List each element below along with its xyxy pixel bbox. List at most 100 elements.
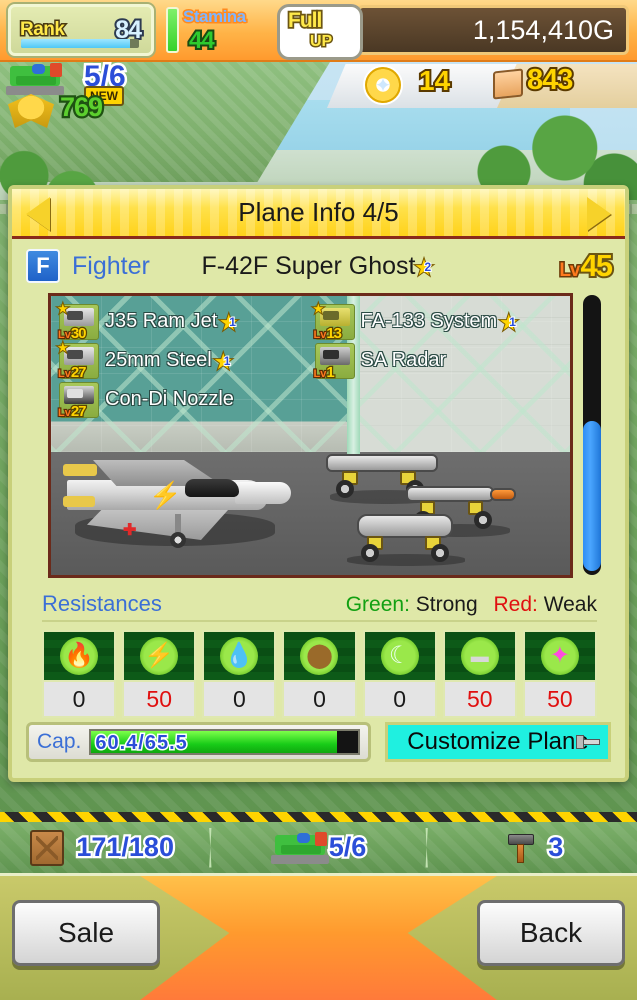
earth-icon: ⬤ (282, 630, 357, 682)
part-level-value: 27 (70, 362, 88, 382)
resistances-title: Resistances (42, 591, 162, 616)
capacity-row: Cap. 60.4/65.5 Customize Plane (26, 720, 611, 764)
class-name: Fighter (72, 251, 150, 280)
emblem-value: 769 (58, 90, 106, 125)
stamina-label: Stamina (182, 6, 248, 28)
secondary-hud-bar: 5/6 NEW 769 14 843 (0, 58, 637, 128)
back-button[interactable]: Back (477, 900, 625, 966)
water-icon: 💧 (202, 630, 277, 682)
part-level-prefix: Lv (57, 366, 72, 380)
top-hud-bar: Rank 84 Stamina 44 Full UP 1,154,410G (0, 0, 637, 62)
next-page-arrow-icon[interactable] (577, 197, 611, 231)
part-icon: ★ Lv27 (56, 339, 99, 382)
prev-page-arrow-icon[interactable] (26, 197, 60, 231)
resistance-cell[interactable]: ☾ 0 (362, 630, 437, 718)
plane-name: F-42F Super Ghost ★ 2 (202, 252, 436, 281)
part-rank-value: 1 (508, 314, 517, 330)
medal-icon (363, 65, 403, 105)
part-item[interactable]: Lv1 SA Radar (311, 342, 567, 382)
part-rank-value: 1 (228, 314, 237, 330)
status-separator (425, 827, 428, 868)
sale-button[interactable]: Sale (12, 900, 160, 966)
bomb-cart-icon (341, 514, 471, 566)
part-star-icon: ★ (56, 300, 70, 317)
part-name: 25mm Steel (105, 349, 212, 371)
footer-bar: Sale Back (0, 876, 637, 1000)
plane-level: Lv 45 (558, 246, 615, 285)
part-name: J35 Ram Jet (105, 310, 218, 332)
part-rank-badge: ★ 1 (499, 312, 518, 335)
crate-icon (30, 829, 65, 866)
rank-label: Rank (18, 18, 66, 42)
bubble-up-label: UP (308, 32, 333, 52)
legend-green-label: Green: (345, 593, 410, 616)
scrollbar-thumb[interactable] (583, 421, 601, 571)
hangar-panel: ★ Lv30 J35 Ram Jet ★ 1 ★ Lv13 FA-133 Sys… (48, 293, 573, 578)
rank-panel[interactable]: Rank 84 (8, 4, 154, 56)
dialog-header: Plane Info 4/5 (12, 189, 625, 239)
sale-button-label: Sale (57, 917, 115, 948)
part-item[interactable]: ★ Lv13 FA-133 System ★ 1 (311, 300, 567, 343)
resistance-value: 50 (522, 682, 597, 718)
part-rank-value: 1 (223, 353, 232, 369)
back-button-label: Back (519, 917, 583, 948)
resistance-value: 0 (362, 682, 437, 718)
stamina-panel[interactable]: Stamina 44 Full UP (166, 4, 363, 60)
status-hammer-segment: 3 (433, 830, 637, 865)
resistances-legend: Green: Strong Red: Weak (346, 593, 597, 617)
parts-list: ★ Lv30 J35 Ram Jet ★ 1 ★ Lv13 FA-133 Sys… (51, 296, 570, 425)
resistance-value: 0 (202, 682, 277, 718)
part-item[interactable]: Lv27 Con-Di Nozzle (55, 381, 311, 421)
plane-star-count: 2 (424, 259, 433, 275)
part-star-icon: ★ (312, 300, 326, 317)
wrench-icon (576, 733, 602, 755)
plane-artwork: ⚡ ✚ (57, 446, 291, 561)
bottom-status-bar: 171/180 5/6 3 (0, 822, 637, 876)
eagle-emblem-icon (8, 94, 54, 128)
resistance-cell[interactable]: ✦ 50 (522, 630, 597, 718)
resistance-cell[interactable]: ⬤ 0 (282, 630, 357, 718)
status-plane-segment: 5/6 (216, 830, 420, 865)
part-star-icon: ★ (56, 339, 70, 356)
full-up-bubble: Full UP (277, 4, 363, 60)
legend-green-text: Strong (415, 593, 478, 616)
resistance-cell[interactable]: 🔥 0 (42, 630, 117, 718)
resistance-cell[interactable]: ⚡ 50 (122, 630, 197, 718)
resistance-cell[interactable]: 💧 0 (202, 630, 277, 718)
part-level-value: 30 (70, 323, 88, 343)
part-level-prefix: Lv (57, 405, 72, 419)
rank-progress-bar (21, 39, 139, 48)
bubble-full-label: Full (286, 7, 324, 34)
customize-plane-button[interactable]: Customize Plane (385, 722, 611, 762)
plane-info-dialog: Plane Info 4/5 F Fighter F-42F Super Gho… (8, 185, 629, 782)
crate-value: 843 (525, 62, 575, 98)
gold-panel: 1,154,410G (357, 5, 629, 55)
plane-star-badge: ★ 2 (414, 257, 433, 280)
resistances-header: Resistances Green: Strong Red: Weak (42, 591, 597, 622)
stamina-value: 44 (187, 25, 217, 56)
crate-icon (493, 68, 523, 100)
capacity-panel: Cap. 60.4/65.5 (26, 722, 371, 762)
part-level-value: 27 (70, 401, 88, 421)
part-item[interactable]: ★ Lv30 J35 Ram Jet ★ 1 (55, 300, 311, 343)
preview-scrollbar[interactable] (583, 295, 601, 575)
part-name: FA-133 System (360, 310, 498, 332)
wind-moon-icon: ☾ (362, 630, 437, 682)
resistance-value: 50 (122, 682, 197, 718)
resistance-cell[interactable]: ▬ 50 (442, 630, 517, 718)
hammer-count: 3 (546, 830, 566, 865)
medal-value: 14 (417, 63, 452, 98)
plane-preview-area: ★ Lv30 J35 Ram Jet ★ 1 ★ Lv13 FA-133 Sys… (26, 293, 611, 589)
plane-icon (270, 831, 329, 865)
resistance-value: 0 (282, 682, 357, 718)
dialog-title: Plane Info 4/5 (238, 197, 399, 227)
plane-count: 5/6 (326, 830, 368, 865)
resistance-value: 0 (42, 682, 117, 718)
customize-plane-label: Customize Plane (407, 728, 589, 755)
part-item[interactable]: ★ Lv27 25mm Steel ★ 1 (55, 339, 311, 382)
status-crate-segment: 171/180 (0, 829, 204, 866)
part-rank-badge: ★ 1 (219, 312, 238, 335)
plane-count-icon (6, 62, 66, 96)
part-level-value: 1 (325, 362, 336, 382)
part-icon: Lv1 (312, 342, 355, 382)
